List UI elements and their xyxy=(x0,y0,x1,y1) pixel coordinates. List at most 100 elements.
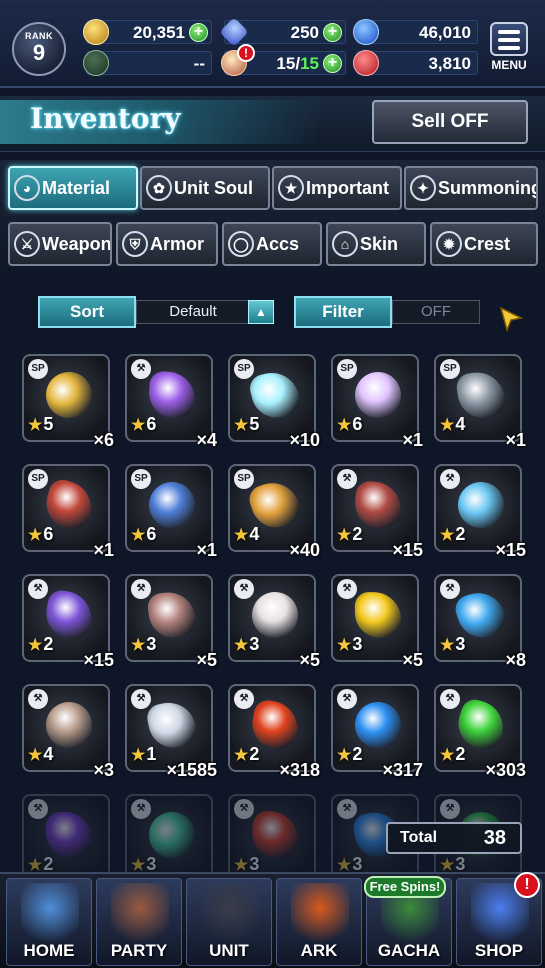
item-slot[interactable]: ⚒ ★3 ×8 xyxy=(434,574,526,670)
item-art-icon xyxy=(352,699,404,751)
menu-button[interactable]: MENU xyxy=(486,22,532,74)
rarity-star-icon: ★ xyxy=(28,857,43,872)
item-quantity: ×15 xyxy=(392,540,423,560)
item-slot[interactable]: SP ★4 ×1 xyxy=(434,354,526,450)
item-rarity: ★2 xyxy=(234,744,259,765)
nav-ark-button[interactable]: ARK xyxy=(276,878,362,966)
tab-unit-soul[interactable]: ✿ Unit Soul xyxy=(140,166,270,210)
item-rarity: ★3 xyxy=(440,634,465,655)
item-rarity: ★3 xyxy=(234,634,259,655)
menu-label: MENU xyxy=(491,58,527,72)
unit-icon xyxy=(201,883,259,945)
armor-icon: ⛨ xyxy=(122,231,148,257)
item-slot[interactable]: ⚒ ★2 ×15 xyxy=(22,574,114,670)
tab-material[interactable]: ◕ Material xyxy=(8,166,138,210)
item-rarity: ★1 xyxy=(131,744,156,765)
tab-armor[interactable]: ⛨ Armor xyxy=(116,222,218,266)
sell-toggle-button[interactable]: Sell OFF xyxy=(372,100,528,144)
visiore-counter[interactable]: 250 + xyxy=(219,17,346,47)
tab-crest[interactable]: ✹ Crest xyxy=(430,222,538,266)
sort-button[interactable]: Sort xyxy=(38,296,136,328)
item-slot[interactable]: SP ★6 ×1 xyxy=(125,464,217,560)
item-quantity: ×5 xyxy=(299,650,320,670)
gil-coin-icon xyxy=(83,19,109,45)
stamina-alert-badge: ! xyxy=(237,44,255,62)
item-art-icon xyxy=(353,480,403,530)
stamina-counter[interactable]: ! 15/15 + xyxy=(221,44,346,76)
lapis-gem-icon xyxy=(353,19,379,45)
red-gem-counter[interactable]: 3,810 xyxy=(353,50,478,76)
item-slot[interactable]: SP ★6 ×1 xyxy=(331,354,423,450)
tab-accs[interactable]: ◯ Accs xyxy=(222,222,322,266)
rarity-star-icon: ★ xyxy=(234,747,249,764)
tab-summoning[interactable]: ✦ Summoning xyxy=(404,166,538,210)
expedition-counter[interactable]: -- xyxy=(83,50,212,76)
rarity-value: 1 xyxy=(146,744,157,764)
tab-summoning-label: Summoning xyxy=(438,177,538,198)
add-gil-plus-icon[interactable]: + xyxy=(189,23,208,42)
rarity-star-icon: ★ xyxy=(337,747,352,764)
nav-unit-button[interactable]: UNIT xyxy=(186,878,272,966)
gil-counter[interactable]: 20,351 + xyxy=(83,19,212,45)
item-slot[interactable]: SP ★4 ×40 xyxy=(228,464,320,560)
item-slot[interactable]: ⚒ ★3 ×5 xyxy=(331,574,423,670)
rank-badge[interactable]: RANK 9 xyxy=(12,22,66,76)
item-slot[interactable]: ⚒★3×209 xyxy=(228,794,320,872)
nav-label: GACHA xyxy=(377,941,441,960)
item-type-icon: ⚒ xyxy=(440,689,460,709)
item-rarity: ★3 xyxy=(440,854,465,872)
rarity-star-icon: ★ xyxy=(337,417,352,434)
item-slot[interactable]: ⚒ ★2 ×15 xyxy=(434,464,526,560)
item-quantity: ×4 xyxy=(196,430,217,450)
item-slot[interactable]: ⚒ ★4 ×3 xyxy=(22,684,114,780)
item-rarity: ★2 xyxy=(28,634,53,655)
filter-value[interactable]: OFF xyxy=(392,300,480,324)
tab-weapon[interactable]: ⚔ Weapon xyxy=(8,222,112,266)
sort-value[interactable]: Default xyxy=(136,300,250,324)
bag-icon: ◕ xyxy=(14,175,40,201)
tab-important[interactable]: ★ Important xyxy=(272,166,402,210)
total-count: Total 38 xyxy=(386,822,522,854)
rarity-star-icon: ★ xyxy=(131,527,146,544)
rarity-star-icon: ★ xyxy=(337,857,352,872)
item-quantity: ×303 xyxy=(485,760,526,780)
item-slot[interactable]: ⚒★2×306 xyxy=(22,794,114,872)
item-slot[interactable]: ⚒ ★3 ×5 xyxy=(228,574,320,670)
item-type-icon: ⚒ xyxy=(337,579,357,599)
item-slot[interactable]: ⚒ ★2 ×15 xyxy=(331,464,423,560)
rarity-value: 3 xyxy=(352,854,363,872)
red-gem-icon xyxy=(353,50,379,76)
item-rarity: ★6 xyxy=(131,524,156,545)
sort-order-arrow-icon[interactable]: ▲ xyxy=(248,300,274,324)
item-quantity: ×15 xyxy=(495,540,526,560)
item-slot[interactable]: ⚒★3×10 xyxy=(125,794,217,872)
page-title: Inventory xyxy=(30,102,181,135)
nav-party-button[interactable]: PARTY xyxy=(96,878,182,966)
item-art-icon xyxy=(249,809,301,861)
rarity-star-icon: ★ xyxy=(131,637,146,654)
item-type-icon: ⚒ xyxy=(131,579,151,599)
rarity-value: 6 xyxy=(43,524,54,544)
filter-button[interactable]: Filter xyxy=(294,296,392,328)
item-art-icon xyxy=(44,700,94,750)
nav-home-button[interactable]: HOME xyxy=(6,878,92,966)
item-slot[interactable]: SP ★5 ×10 xyxy=(228,354,320,450)
item-slot[interactable]: ⚒ ★3 ×5 xyxy=(125,574,217,670)
rarity-star-icon: ★ xyxy=(440,857,455,872)
category-tabs: ◕ Material ✿ Unit Soul ★ Important ✦ Sum… xyxy=(0,160,545,272)
lapis-counter[interactable]: 46,010 xyxy=(353,19,478,45)
item-slot[interactable]: ⚒ ★2 ×317 xyxy=(331,684,423,780)
rarity-star-icon: ★ xyxy=(234,527,249,544)
item-slot[interactable]: SP ★5 ×6 xyxy=(22,354,114,450)
red-gem-value: 3,810 xyxy=(428,54,471,73)
add-visiore-plus-icon[interactable]: + xyxy=(323,23,342,42)
sword-icon: ⚔ xyxy=(14,231,40,257)
item-slot[interactable]: SP ★6 ×1 xyxy=(22,464,114,560)
item-slot[interactable]: ⚒ ★6 ×4 xyxy=(125,354,217,450)
tab-skin[interactable]: ⌂ Skin xyxy=(326,222,426,266)
item-slot[interactable]: ⚒ ★2 ×318 xyxy=(228,684,320,780)
add-stamina-plus-icon[interactable]: + xyxy=(323,54,342,73)
status-bar: RANK 9 20,351 + 250 + 46,010 -- ! 15/15 … xyxy=(0,0,545,88)
item-slot[interactable]: ⚒ ★1 ×1585 xyxy=(125,684,217,780)
item-slot[interactable]: ⚒ ★2 ×303 xyxy=(434,684,526,780)
